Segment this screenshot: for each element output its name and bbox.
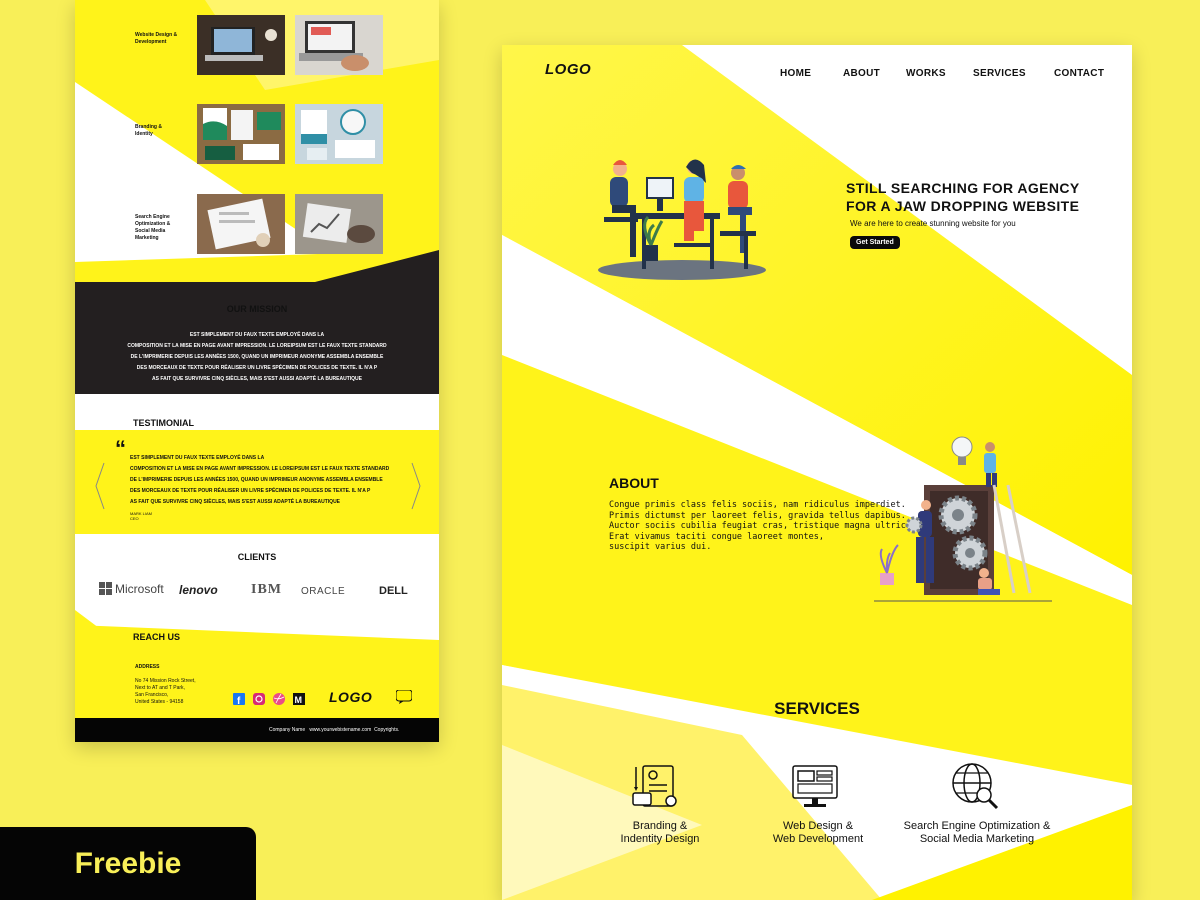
microsoft-logo-icon [99,582,112,595]
service-seo-label: Search Engine Optimization & Social Media… [903,820,1051,845]
right-page-mockup: LOGO HOME ABOUT WORKS SERVICES CONTACT S… [502,45,1132,900]
instagram-icon[interactable] [253,693,265,705]
hero-subtitle: We are here to create stunning website f… [850,219,1016,228]
address-label: ADDRESS [135,664,160,670]
work-label-branding: Branding & Identity [135,124,162,137]
work-label-seo: Search Engine Optimization & Social Media M… [135,214,171,241]
left-page-mockup: Website Design & Development Branding & Id… [75,0,439,742]
about-gears-illustration [874,436,1052,602]
nav-works[interactable]: WORKS [906,68,946,79]
clients-title: CLIENTS [237,552,277,562]
dribbble-icon[interactable] [273,693,285,705]
medium-icon[interactable]: M [293,693,305,705]
chat-icon[interactable] [396,690,412,704]
testimonial-title: TESTIMONIAL [133,418,194,428]
about-title: ABOUT [609,475,659,491]
nav-contact[interactable]: CONTACT [1054,68,1104,79]
work-thumb-laptop-hands[interactable] [295,15,383,75]
work-label-web-design: Website Design & Development [135,32,178,45]
client-lenovo: lenovo [179,583,218,597]
work-thumb-branding-teal[interactable] [295,104,383,164]
work-thumb-branding-green[interactable] [197,104,285,164]
footer-text: Company Name www.yourwebistename.com Cop… [269,727,400,733]
seo-globe-icon [952,763,999,810]
services-title: SERVICES [774,699,860,718]
get-started-button[interactable]: Get Started [850,236,900,249]
branding-icon [632,765,677,807]
quote-mark-icon: “ [115,436,126,461]
work-thumb-seo-meeting[interactable] [295,194,383,254]
work-thumb-seo-papers[interactable] [197,194,285,254]
hero-team-illustration [598,159,766,280]
client-microsoft: Microsoft [99,582,164,596]
work-thumb-laptop-desk[interactable] [197,15,285,75]
service-web-design-label: Web Design & Web Development [772,820,864,845]
footer-logo[interactable]: LOGO [329,689,372,705]
testimonial-prev-arrow-icon[interactable] [95,462,105,510]
client-ibm: IBM [251,582,282,597]
testimonial-author: MARK LIAM CEO [130,511,153,521]
address-text: No 74 Mission Rock Street, Next to AT an… [135,678,196,705]
mission-text: EST SIMPLEMENT DU FAUX TEXTE EMPLOYÉ DAN… [127,332,387,382]
web-design-icon [792,765,838,807]
header-logo[interactable]: LOGO [545,61,591,78]
nav-services[interactable]: SERVICES [973,68,1026,79]
client-dell: DELL [379,585,408,597]
reach-us-title: REACH US [133,632,181,642]
freebie-badge: Freebie [0,827,256,900]
svg-text:M: M [295,695,303,705]
facebook-icon[interactable]: f [233,693,245,705]
service-branding-label: Branding & Indentity Design [620,820,700,845]
nav-home[interactable]: HOME [780,68,811,79]
client-oracle: ORACLE [301,586,346,597]
hero-headline: STILL SEARCHING FOR AGENCY FOR A JAW DRO… [846,180,1080,214]
mission-title: OUR MISSION [226,304,288,314]
testimonial-text: EST SIMPLEMENT DU FAUX TEXTE EMPLOYÉ DAN… [130,455,390,505]
nav-about[interactable]: ABOUT [843,68,880,79]
